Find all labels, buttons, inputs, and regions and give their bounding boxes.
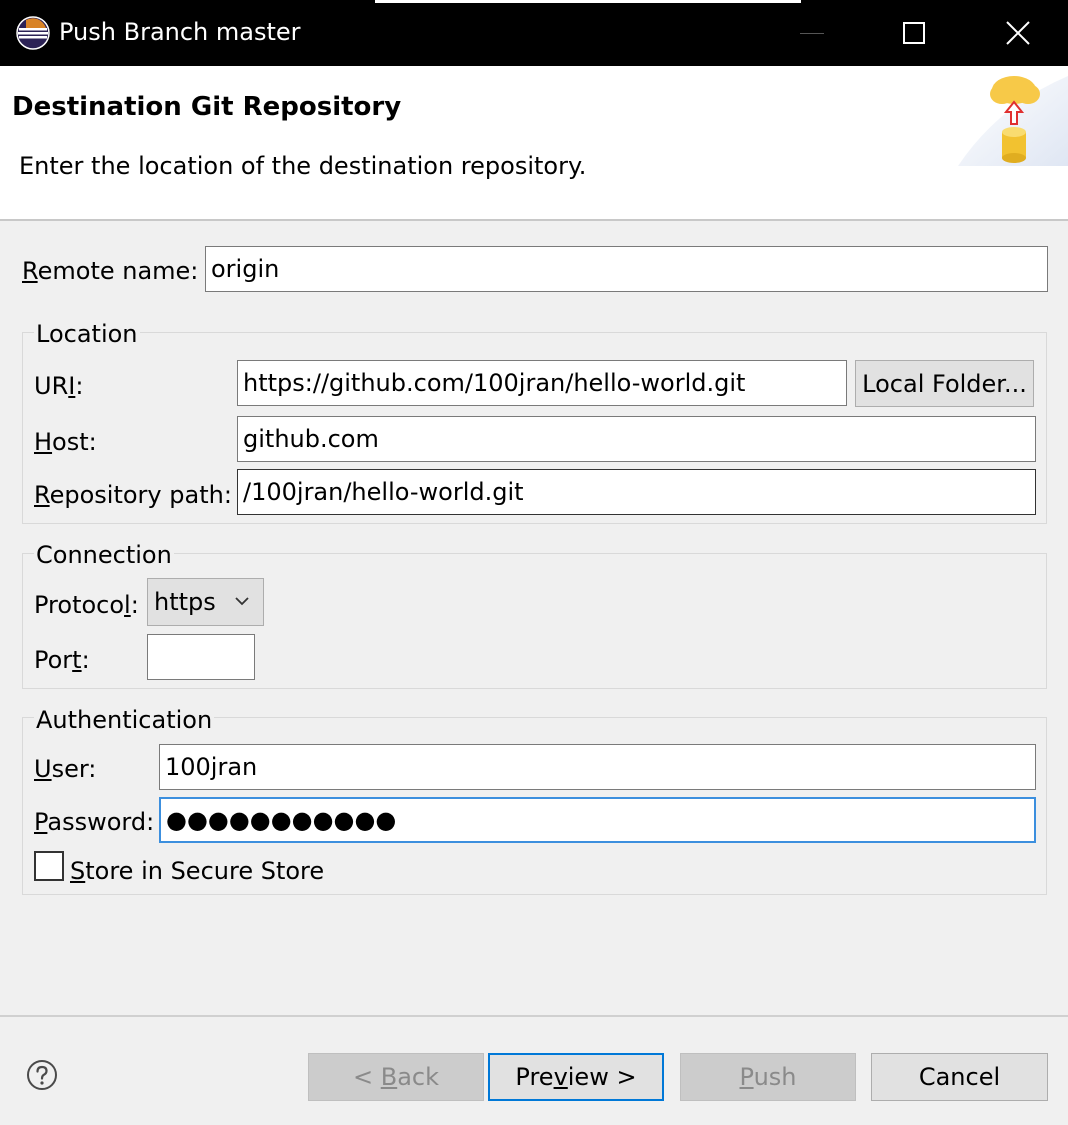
store-secure-label[interactable]: Store in Secure Store xyxy=(70,857,324,885)
close-icon[interactable] xyxy=(1005,20,1031,46)
page-description: Enter the location of the destination re… xyxy=(19,152,587,180)
protocol-select[interactable]: https xyxy=(147,578,264,626)
location-group-title: Location xyxy=(34,320,140,348)
password-input[interactable]: ●●●●●●●●●●● xyxy=(159,797,1036,843)
user-input[interactable]: 100jran xyxy=(159,744,1036,790)
cancel-button[interactable]: Cancel xyxy=(871,1053,1048,1101)
host-input[interactable]: github.com xyxy=(237,416,1036,462)
wizard-header: Destination Git Repository Enter the loc… xyxy=(0,66,1068,219)
local-folder-button[interactable]: Local Folder... xyxy=(855,360,1034,407)
uri-label: URI: xyxy=(34,372,84,400)
user-label: User: xyxy=(34,755,97,783)
port-label: Port: xyxy=(34,646,90,674)
title-bar: Push Branch master xyxy=(0,0,1068,66)
authentication-group-title: Authentication xyxy=(34,706,215,734)
preview-button[interactable]: Preview > xyxy=(488,1053,664,1101)
cloud-upload-database-icon xyxy=(958,76,1068,166)
store-secure-checkbox[interactable] xyxy=(34,851,64,881)
repository-path-label: Repository path: xyxy=(34,481,232,509)
password-label: Password: xyxy=(34,808,155,836)
page-title: Destination Git Repository xyxy=(12,92,402,122)
footer-separator xyxy=(0,1015,1068,1017)
back-button[interactable]: < Back xyxy=(308,1053,484,1101)
host-label: Host: xyxy=(34,428,97,456)
eclipse-app-icon xyxy=(16,16,50,50)
remote-name-label: Remote name: xyxy=(22,257,199,285)
maximize-icon[interactable] xyxy=(903,22,925,44)
password-masked-value: ●●●●●●●●●●● xyxy=(166,806,397,834)
protocol-label: Protocol: xyxy=(34,591,139,619)
header-separator xyxy=(0,219,1068,221)
help-icon[interactable] xyxy=(26,1059,58,1091)
uri-input[interactable]: https://github.com/100jran/hello-world.g… xyxy=(237,360,847,406)
chevron-down-icon xyxy=(235,597,249,606)
protocol-select-value: https xyxy=(154,588,216,616)
connection-group-title: Connection xyxy=(34,541,174,569)
window-title: Push Branch master xyxy=(59,18,301,46)
push-button[interactable]: Push xyxy=(680,1053,856,1101)
port-input[interactable] xyxy=(147,634,255,680)
repository-path-input[interactable]: /100jran/hello-world.git xyxy=(237,469,1036,515)
remote-name-input[interactable]: origin xyxy=(205,246,1048,292)
minimize-icon[interactable] xyxy=(800,33,824,34)
title-bar-accent xyxy=(375,0,801,3)
